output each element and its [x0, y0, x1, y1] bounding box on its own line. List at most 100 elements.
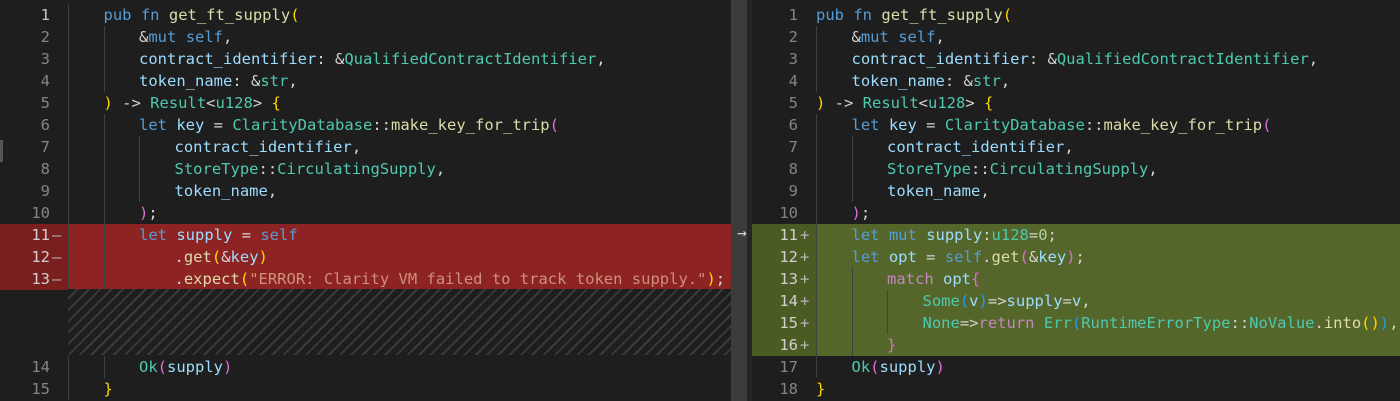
line-number: 7: [40, 138, 50, 156]
code-content[interactable]: let opt = self.get(&key);: [816, 246, 1400, 268]
added-line: 13 + match opt{: [752, 268, 1400, 290]
added-sign: +: [800, 336, 810, 354]
code-content[interactable]: StoreType::CirculatingSupply,: [68, 158, 731, 180]
code-line: 5 ) -> Result<u128> {: [0, 92, 731, 114]
line-number: 12: [31, 248, 50, 266]
code-content[interactable]: let key = ClarityDatabase::make_key_for_…: [68, 114, 731, 136]
code-content[interactable]: token_name: &str,: [816, 70, 1400, 92]
line-number: 11: [31, 226, 50, 244]
added-line: 12 + let opt = self.get(&key);: [752, 246, 1400, 268]
code-content[interactable]: pub fn get_ft_supply(: [816, 4, 1400, 26]
code-content[interactable]: &mut self,: [816, 26, 1400, 48]
code-line: 8 StoreType::CirculatingSupply,: [0, 158, 731, 180]
line-number: 14: [31, 358, 50, 376]
code-line: 3 contract_identifier: &QualifiedContrac…: [0, 48, 731, 70]
code-content[interactable]: let supply = self: [68, 224, 731, 246]
added-sign: +: [800, 270, 810, 288]
added-line: 16 + }: [752, 334, 1400, 356]
code-content[interactable]: contract_identifier: &QualifiedContractI…: [816, 48, 1400, 70]
code-line: 6 let key = ClarityDatabase::make_key_fo…: [0, 114, 731, 136]
line-number: 2: [788, 28, 798, 46]
removed-line: 12 — .get(&key): [0, 246, 731, 268]
code-content[interactable]: StoreType::CirculatingSupply,: [816, 158, 1400, 180]
line-number: 16: [779, 336, 798, 354]
code-content[interactable]: pub fn get_ft_supply(: [68, 4, 731, 26]
line-number: 7: [788, 138, 798, 156]
line-number: 1: [40, 6, 50, 24]
code-line: 9 token_name,: [0, 180, 731, 202]
code-content[interactable]: let mut supply:u128=0;: [816, 224, 1400, 246]
code-content[interactable]: token_name: &str,: [68, 70, 731, 92]
code-content[interactable]: let key = ClarityDatabase::make_key_for_…: [816, 114, 1400, 136]
diff-alignment-spacer: [68, 289, 731, 355]
code-content[interactable]: .expect("ERROR: Clarity VM failed to tra…: [68, 268, 731, 290]
code-line: 10 );: [0, 202, 731, 224]
code-content[interactable]: contract_identifier: &QualifiedContractI…: [68, 48, 731, 70]
added-sign: +: [800, 248, 810, 266]
code-line: 1 pub fn get_ft_supply(: [0, 4, 731, 26]
line-number: 2: [40, 28, 50, 46]
code-content[interactable]: }: [68, 378, 731, 400]
removed-sign: —: [52, 270, 62, 288]
line-number: 6: [788, 116, 798, 134]
code-content[interactable]: contract_identifier,: [816, 136, 1400, 158]
line-number: 9: [788, 182, 798, 200]
removed-sign: —: [52, 226, 62, 244]
code-content[interactable]: Ok(supply): [68, 356, 731, 378]
revert-arrow-icon[interactable]: →: [733, 222, 751, 244]
added-sign: +: [800, 292, 810, 310]
code-content[interactable]: token_name,: [68, 180, 731, 202]
code-content[interactable]: ) -> Result<u128> {: [816, 92, 1400, 114]
diff-original-pane[interactable]: 1 pub fn get_ft_supply( 2 &mut self, 3 c…: [0, 0, 731, 401]
line-number: 13: [31, 270, 50, 288]
line-number: 11: [779, 226, 798, 244]
code-content[interactable]: }: [816, 334, 1400, 356]
removed-sign: —: [52, 248, 62, 266]
code-content[interactable]: );: [816, 202, 1400, 224]
code-line: 8 StoreType::CirculatingSupply,: [752, 158, 1400, 180]
line-number: 3: [788, 50, 798, 68]
code-content[interactable]: &mut self,: [68, 26, 731, 48]
line-number: 10: [779, 204, 798, 222]
line-number: 10: [31, 204, 50, 222]
code-content[interactable]: token_name,: [816, 180, 1400, 202]
removed-line: 11 — let supply = self: [0, 224, 731, 246]
code-line: 4 token_name: &str,: [0, 70, 731, 92]
added-line: 11 + let mut supply:u128=0;: [752, 224, 1400, 246]
line-number: 15: [31, 380, 50, 398]
diff-modified-pane[interactable]: 1 pub fn get_ft_supply( 2 &mut self, 3 c…: [752, 0, 1400, 401]
overview-ruler[interactable]: [731, 0, 747, 401]
added-sign: +: [800, 314, 810, 332]
line-number: 15: [779, 314, 798, 332]
removed-line: 13 — .expect("ERROR: Clarity VM failed t…: [0, 268, 731, 290]
code-line: 15 }: [0, 378, 731, 400]
line-number: 17: [779, 358, 798, 376]
code-content[interactable]: contract_identifier,: [68, 136, 731, 158]
line-number: 13: [779, 270, 798, 288]
line-number: 3: [40, 50, 50, 68]
line-number: 8: [40, 160, 50, 178]
line-number: 18: [779, 380, 798, 398]
code-line: 5 ) -> Result<u128> {: [752, 92, 1400, 114]
code-line: 7 contract_identifier,: [0, 136, 731, 158]
code-content[interactable]: Ok(supply): [816, 356, 1400, 378]
added-line: 15 + None=>return Err(RuntimeErrorType::…: [752, 312, 1400, 334]
code-content[interactable]: None=>return Err(RuntimeErrorType::NoVal…: [816, 312, 1400, 334]
code-line: 9 token_name,: [752, 180, 1400, 202]
code-content[interactable]: match opt{: [816, 268, 1400, 290]
added-line: 14 + Some(v)=>supply=v,: [752, 290, 1400, 312]
code-content[interactable]: }: [816, 378, 1400, 400]
code-line: 1 pub fn get_ft_supply(: [752, 4, 1400, 26]
code-line: 10 );: [752, 202, 1400, 224]
code-content[interactable]: );: [68, 202, 731, 224]
code-line: 4 token_name: &str,: [752, 70, 1400, 92]
code-content[interactable]: .get(&key): [68, 246, 731, 268]
line-number: 8: [788, 160, 798, 178]
code-content[interactable]: Some(v)=>supply=v,: [816, 290, 1400, 312]
code-line: 2 &mut self,: [0, 26, 731, 48]
code-content[interactable]: ) -> Result<u128> {: [68, 92, 731, 114]
line-number: 12: [779, 248, 798, 266]
line-number: 5: [40, 94, 50, 112]
code-line: 6 let key = ClarityDatabase::make_key_fo…: [752, 114, 1400, 136]
code-line: 18 }: [752, 378, 1400, 400]
